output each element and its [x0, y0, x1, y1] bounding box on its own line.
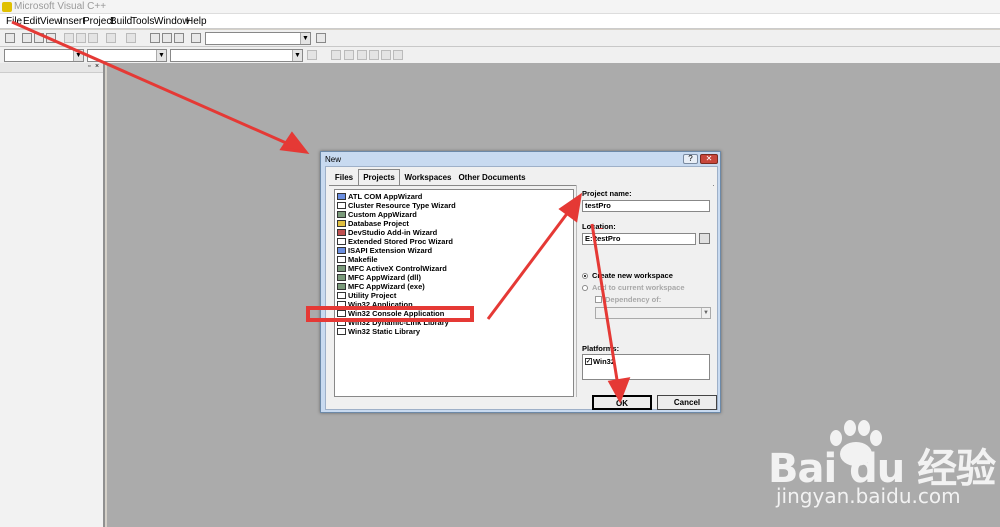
arrow-head-icon [607, 377, 631, 404]
watermark-url: jingyan.baidu.com [776, 484, 961, 508]
arrow-to-ok [590, 223, 620, 387]
arrow-head-icon [279, 131, 310, 154]
arrow-to-dialog [11, 20, 294, 148]
arrow-to-project-name [486, 206, 574, 320]
baidu-watermark: Bai du 经验 jingyan.baidu.com [760, 418, 1000, 527]
